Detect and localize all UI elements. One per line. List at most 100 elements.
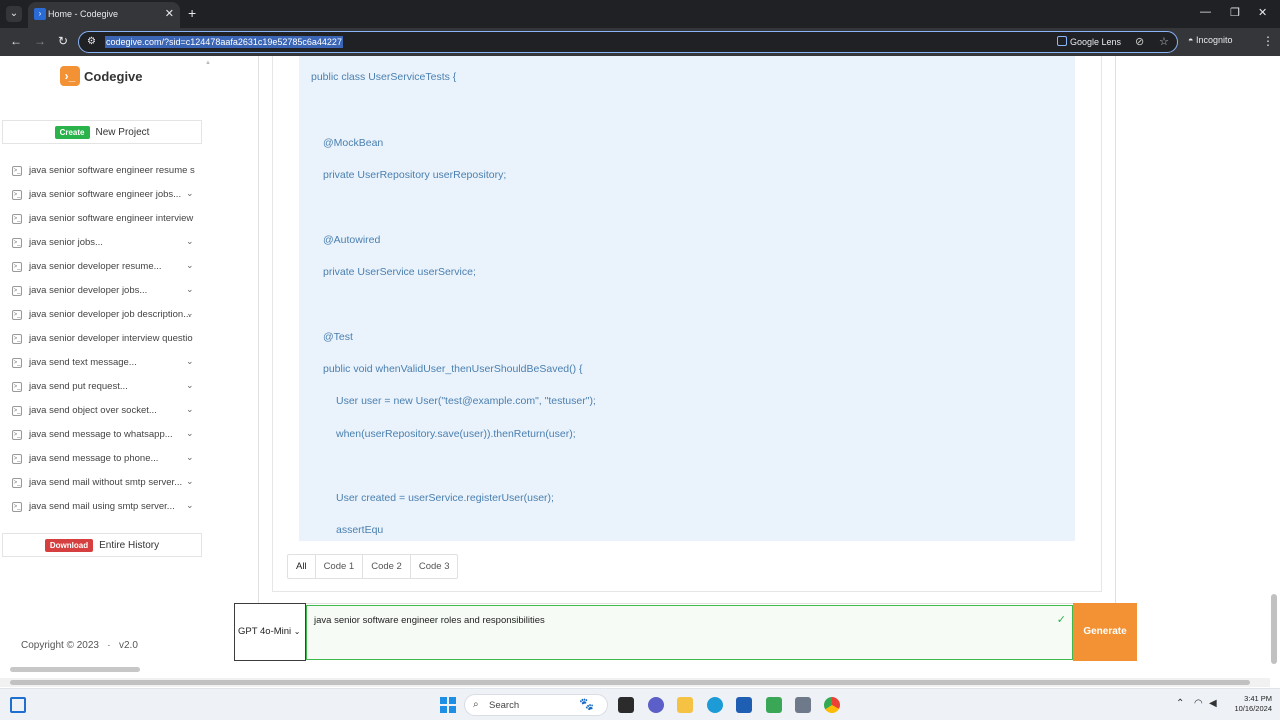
chevron-down-icon[interactable]: ⌄ [186, 476, 194, 487]
history-item[interactable]: >_ java send put request... ⌄ [12, 380, 202, 396]
history-item[interactable]: >_ java send text message... ⌄ [12, 356, 202, 372]
address-bar[interactable]: ⚙ codegive.com/?sid=c124478aafa2631c19e5… [78, 31, 1178, 53]
code-line: assertEqu [336, 524, 384, 536]
sidebar-scroll-up-icon[interactable]: ▲ [205, 60, 211, 66]
download-history-button[interactable]: Download Entire History [2, 533, 202, 557]
wifi-icon[interactable]: ◠ [1194, 698, 1203, 709]
forward-icon[interactable]: → [34, 34, 46, 48]
store-icon[interactable] [736, 697, 752, 713]
check-icon: ✓ [1056, 614, 1066, 626]
chevron-down-icon[interactable]: ⌄ [186, 260, 194, 271]
history-item[interactable]: >_ java senior software engineer jobs... ⌄ [12, 188, 202, 204]
url-text[interactable]: codegive.com/?sid=c124478aafa2631c19e527… [105, 36, 343, 48]
chevron-down-icon[interactable]: ⌄ [186, 452, 194, 463]
history-item[interactable]: >_ java senior jobs... ⌄ [12, 236, 202, 252]
history-item[interactable]: >_ java senior developer jobs... ⌄ [12, 284, 202, 300]
close-window-icon[interactable]: ✕ [1258, 6, 1267, 19]
start-button[interactable] [440, 697, 456, 713]
generate-button[interactable]: Generate [1073, 603, 1137, 661]
sidebar: ›_ Codegive Create New Project >_ java se… [0, 56, 212, 678]
eye-off-icon[interactable]: ⊘ [1135, 35, 1144, 48]
new-project-label: New Project [95, 126, 150, 138]
history-item-label: java senior software engineer resume s [29, 165, 195, 176]
page-vertical-scrollbar-thumb[interactable] [1271, 594, 1277, 664]
history-item-label: java send object over socket... [29, 405, 157, 416]
new-tab-button[interactable]: + [188, 5, 196, 21]
history-item[interactable]: >_ java senior developer job description.… [12, 308, 202, 324]
prompt-value: java senior software engineer roles and … [314, 615, 545, 626]
chevron-down-icon[interactable]: ⌄ [186, 356, 194, 367]
search-icon: ⌕ [473, 699, 479, 710]
incognito-icon: ◓ [1188, 35, 1196, 45]
history-item-label: java send put request... [29, 381, 128, 392]
network-app-icon[interactable] [795, 697, 811, 713]
history-item[interactable]: >_ java send mail without smtp server... ⌄ [12, 476, 202, 492]
reload-icon[interactable]: ↻ [58, 34, 68, 48]
code-line: @Autowired [323, 234, 381, 246]
history-item-label: java senior developer resume... [29, 261, 162, 272]
history-item-label: java send mail without smtp server... [29, 477, 183, 488]
history-item[interactable]: >_ java send mail using smtp server... ⌄ [12, 500, 202, 516]
history-item-label: java send mail using smtp server... [29, 501, 175, 512]
taskbar-search[interactable]: ⌕ Search 🐾 [464, 694, 608, 716]
file-explorer-icon[interactable] [677, 697, 693, 713]
chrome-icon[interactable] [824, 697, 840, 713]
page-horizontal-scrollbar[interactable] [0, 678, 1270, 687]
close-tab-icon[interactable]: ✕ [165, 7, 174, 20]
browser-tab[interactable]: › Home - Codegive ✕ [28, 2, 180, 28]
widgets-icon[interactable] [10, 697, 26, 713]
taskbar-clock[interactable]: 3:41 PM 10/16/2024 [1228, 694, 1272, 714]
chevron-down-icon[interactable]: ⌄ [186, 500, 194, 511]
codegive-logo-icon: ›_ [60, 66, 80, 86]
chevron-down-icon[interactable]: ⌄ [186, 236, 194, 247]
google-lens-button[interactable]: Google Lens [1057, 36, 1121, 47]
incognito-label: Incognito [1195, 35, 1233, 45]
tab-code-3[interactable]: Code 3 [411, 555, 458, 578]
teams-chat-icon[interactable] [648, 697, 664, 713]
code-file-icon: >_ [12, 214, 22, 224]
history-item[interactable]: >_ java senior developer interview questi… [12, 332, 202, 348]
restore-icon[interactable]: ❐ [1230, 6, 1240, 19]
tray-chevron-up-icon[interactable]: ⌃ [1176, 698, 1184, 709]
tab-code-1[interactable]: Code 1 [316, 555, 364, 578]
site-info-icon[interactable]: ⚙ [87, 36, 96, 47]
brand-logo[interactable]: ›_ Codegive [60, 66, 143, 86]
volume-icon[interactable]: ◀ [1209, 698, 1217, 709]
sidebar-horizontal-scrollbar[interactable] [10, 667, 140, 672]
minimize-icon[interactable]: — [1200, 6, 1211, 18]
version-text: v2.0 [118, 640, 138, 651]
code-line: private UserRepository userRepository; [323, 169, 507, 181]
history-item[interactable]: >_ java senior developer resume... ⌄ [12, 260, 202, 276]
prompt-input[interactable]: java senior software engineer roles and … [306, 605, 1073, 660]
page-horizontal-scrollbar-thumb[interactable] [10, 680, 1250, 685]
history-item[interactable]: >_ java senior software engineer intervie… [12, 212, 202, 228]
browser-menu-icon[interactable]: ⋮ [1262, 34, 1274, 48]
notepad-app-icon[interactable] [766, 697, 782, 713]
back-icon[interactable]: ← [10, 34, 22, 48]
chevron-down-icon[interactable]: ⌄ [186, 404, 194, 415]
model-select[interactable]: GPT 4o-Mini ⌄ [234, 603, 306, 661]
history-item[interactable]: >_ java send message to phone... ⌄ [12, 452, 202, 468]
code-file-icon: >_ [12, 334, 22, 344]
history-item-label: java send message to whatsapp... [29, 429, 173, 440]
chevron-down-icon[interactable]: ⌄ [186, 188, 194, 199]
bookmark-star-icon[interactable]: ☆ [1159, 35, 1169, 48]
incognito-indicator[interactable]: ◓ Incognito [1188, 35, 1232, 45]
new-project-button[interactable]: Create New Project [2, 120, 202, 144]
page-vertical-scrollbar[interactable] [1270, 60, 1278, 664]
edge-icon[interactable] [707, 697, 723, 713]
tab-all[interactable]: All [288, 555, 316, 578]
chevron-down-icon[interactable]: ⌄ [186, 380, 194, 391]
history-item[interactable]: >_ java senior software engineer resume s [12, 164, 202, 180]
history-item[interactable]: >_ java send message to whatsapp... ⌄ [12, 428, 202, 444]
chevron-down-icon[interactable]: ⌄ [186, 284, 194, 295]
task-view-icon[interactable] [618, 697, 634, 713]
tab-code-2[interactable]: Code 2 [363, 555, 411, 578]
tab-search-button[interactable]: ⌄ [6, 6, 22, 22]
code-file-icon: >_ [12, 382, 22, 392]
code-file-icon: >_ [12, 166, 22, 176]
history-item[interactable]: >_ java send object over socket... ⌄ [12, 404, 202, 420]
chevron-down-icon[interactable]: ⌄ [186, 428, 194, 439]
chevron-down-icon[interactable]: ⌄ [186, 308, 194, 319]
taskbar-search-label: Search [489, 700, 520, 711]
